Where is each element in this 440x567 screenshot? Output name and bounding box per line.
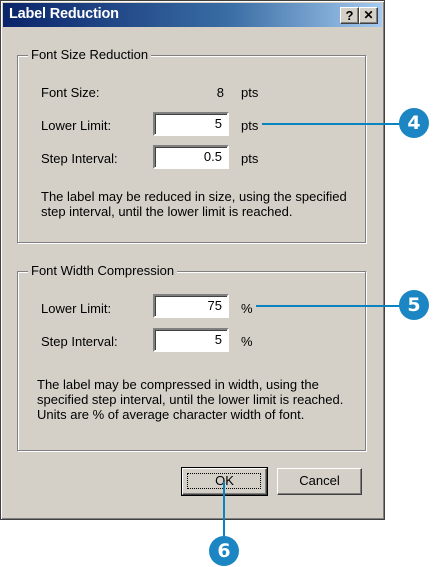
cancel-button-label: Cancel bbox=[299, 473, 340, 488]
font-size-unit: pts bbox=[241, 85, 259, 100]
font-width-description-line-3: Units are % of average character width o… bbox=[37, 407, 305, 422]
font-width-description-line-1: The label may be compressed in width, us… bbox=[37, 377, 319, 392]
font-size-step-interval-input[interactable]: 0.5 bbox=[153, 145, 229, 169]
font-width-compression-legend: Font Width Compression bbox=[28, 263, 178, 278]
font-width-description-line-2: specified step interval, until the lower… bbox=[37, 392, 344, 407]
help-button[interactable]: ? bbox=[340, 7, 359, 24]
width-lower-limit-input[interactable]: 75 bbox=[153, 294, 229, 318]
cancel-button[interactable]: Cancel bbox=[277, 468, 362, 495]
label-reduction-dialog: Label Reduction ? ✕ Font Size Reduction … bbox=[0, 0, 385, 520]
font-size-label: Font Size: bbox=[41, 85, 100, 100]
callout-5-marker: 5 bbox=[399, 290, 429, 320]
callout-6-marker: 6 bbox=[209, 536, 239, 566]
callout-4-line bbox=[262, 123, 402, 125]
width-step-interval-unit: % bbox=[241, 334, 253, 349]
step-interval-label: Step Interval: bbox=[41, 151, 118, 166]
width-lower-limit-label: Lower Limit: bbox=[41, 301, 112, 316]
font-size-lower-limit-input[interactable]: 5 bbox=[153, 112, 229, 136]
lower-limit-label: Lower Limit: bbox=[41, 118, 112, 133]
font-size-reduction-legend: Font Size Reduction bbox=[28, 47, 152, 62]
title-bar[interactable]: Label Reduction ? ✕ bbox=[3, 3, 382, 27]
font-size-description-line-2: step interval, until the lower limit is … bbox=[41, 204, 293, 219]
width-lower-limit-unit: % bbox=[241, 301, 253, 316]
width-step-interval-label: Step Interval: bbox=[41, 334, 118, 349]
width-step-interval-input[interactable]: 5 bbox=[153, 328, 229, 352]
close-button[interactable]: ✕ bbox=[359, 7, 378, 24]
callout-4-marker: 4 bbox=[399, 108, 429, 138]
callout-5-line bbox=[256, 305, 402, 307]
step-interval-unit: pts bbox=[241, 151, 259, 166]
callout-6-line bbox=[223, 482, 225, 540]
font-size-description-line-1: The label may be reduced in size, using … bbox=[41, 189, 347, 204]
lower-limit-unit: pts bbox=[241, 118, 259, 133]
window-title: Label Reduction bbox=[9, 6, 119, 22]
font-size-value: 8 bbox=[216, 85, 224, 100]
